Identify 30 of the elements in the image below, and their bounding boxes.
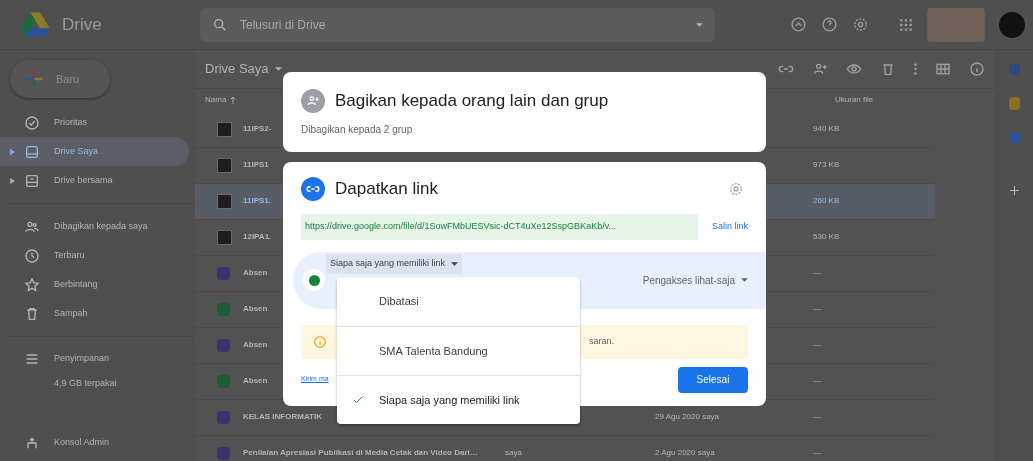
file-size: —: [813, 375, 821, 388]
file-name: Absen: [243, 303, 268, 316]
storage-label: Penyimpanan: [54, 352, 110, 366]
file-size: 530 KB: [813, 231, 840, 244]
file-owner: saya: [505, 447, 522, 460]
file-size: —: [813, 303, 821, 316]
modified-date: 2 Agu 2020 saya: [655, 447, 715, 460]
file-size: —: [813, 447, 821, 460]
notice-text: saran.: [589, 334, 614, 348]
share-title: Bagikan kepada orang lain dan grup: [335, 90, 609, 112]
file-name: 11IPS1: [243, 159, 269, 172]
file-size: 940 KB: [813, 123, 840, 136]
share-subtitle: Dibagikan kepada 2 grup: [301, 122, 414, 137]
file-name: KELAS INFORMATIK: [243, 411, 322, 424]
file-size: —: [813, 267, 821, 280]
file-name: 11IPS2-: [243, 123, 272, 136]
storage-usage: 4,9 GB terpakai: [53, 377, 118, 390]
modified-date: 29 Agu 2020 saya: [655, 411, 720, 424]
file-name: Absen: [243, 339, 268, 352]
file-name: Absen: [243, 267, 268, 280]
file-name: 12IPA1.: [243, 231, 272, 244]
file-size: 260 KB: [813, 195, 840, 208]
file-name: 11IPS1.: [243, 195, 272, 208]
file-name: Absen: [243, 375, 268, 388]
file-name: Penilaian Apresiasi Publikasi di Media Cetak dan Video Dari…: [243, 447, 478, 460]
file-size: —: [813, 411, 821, 424]
file-size: 973 KB: [813, 159, 840, 172]
file-size: —: [813, 339, 821, 352]
app-name: Drive: [62, 13, 102, 36]
link-title: Dapatkan link: [335, 178, 438, 200]
